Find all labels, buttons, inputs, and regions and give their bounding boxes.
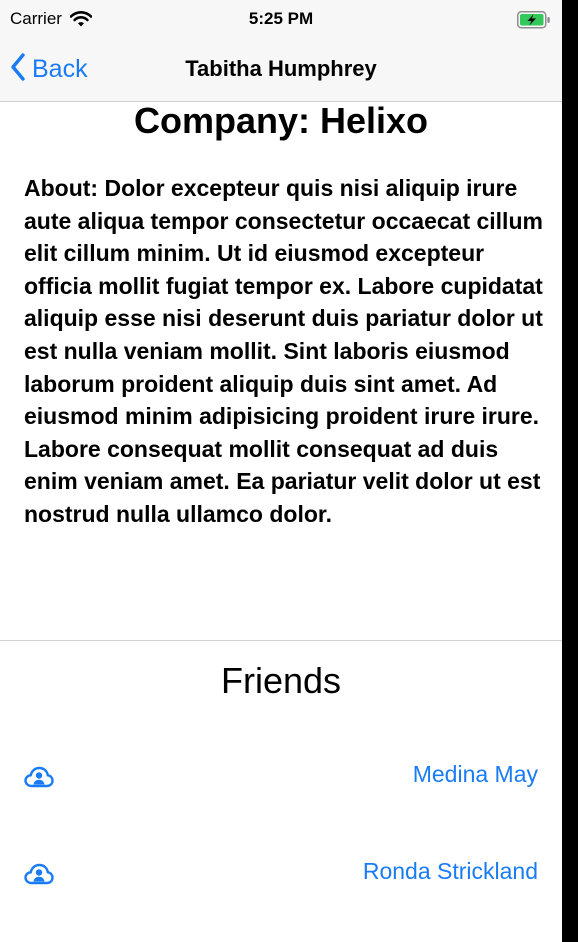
screen: Carrier 5:25 PM Back Tabitha Humphrey Co… [0, 0, 562, 942]
company-heading: Company: Helixo [133, 100, 429, 141]
friend-row-ronda-strickland[interactable]: Ronda Strickland [0, 842, 562, 902]
clock: 5:25 PM [248, 9, 314, 28]
battery-charging-icon [517, 11, 551, 34]
friend-name: Ronda Strickland [362, 858, 538, 884]
section-divider [0, 640, 562, 641]
friend-row-medina-may[interactable]: Medina May [0, 745, 562, 805]
nav-title: Tabitha Humphrey [185, 56, 377, 81]
cloud-person-icon [24, 863, 54, 890]
friends-heading: Friends [220, 660, 342, 701]
cloud-person-icon [24, 766, 54, 793]
navigation-bar: Back Tabitha Humphrey [0, 40, 562, 102]
status-bar: Carrier 5:25 PM [0, 0, 562, 40]
about-text: About: Dolor excepteur quis nisi aliquip… [24, 175, 543, 527]
friend-name: Medina May [412, 761, 538, 787]
device-frame-edge [562, 0, 578, 942]
